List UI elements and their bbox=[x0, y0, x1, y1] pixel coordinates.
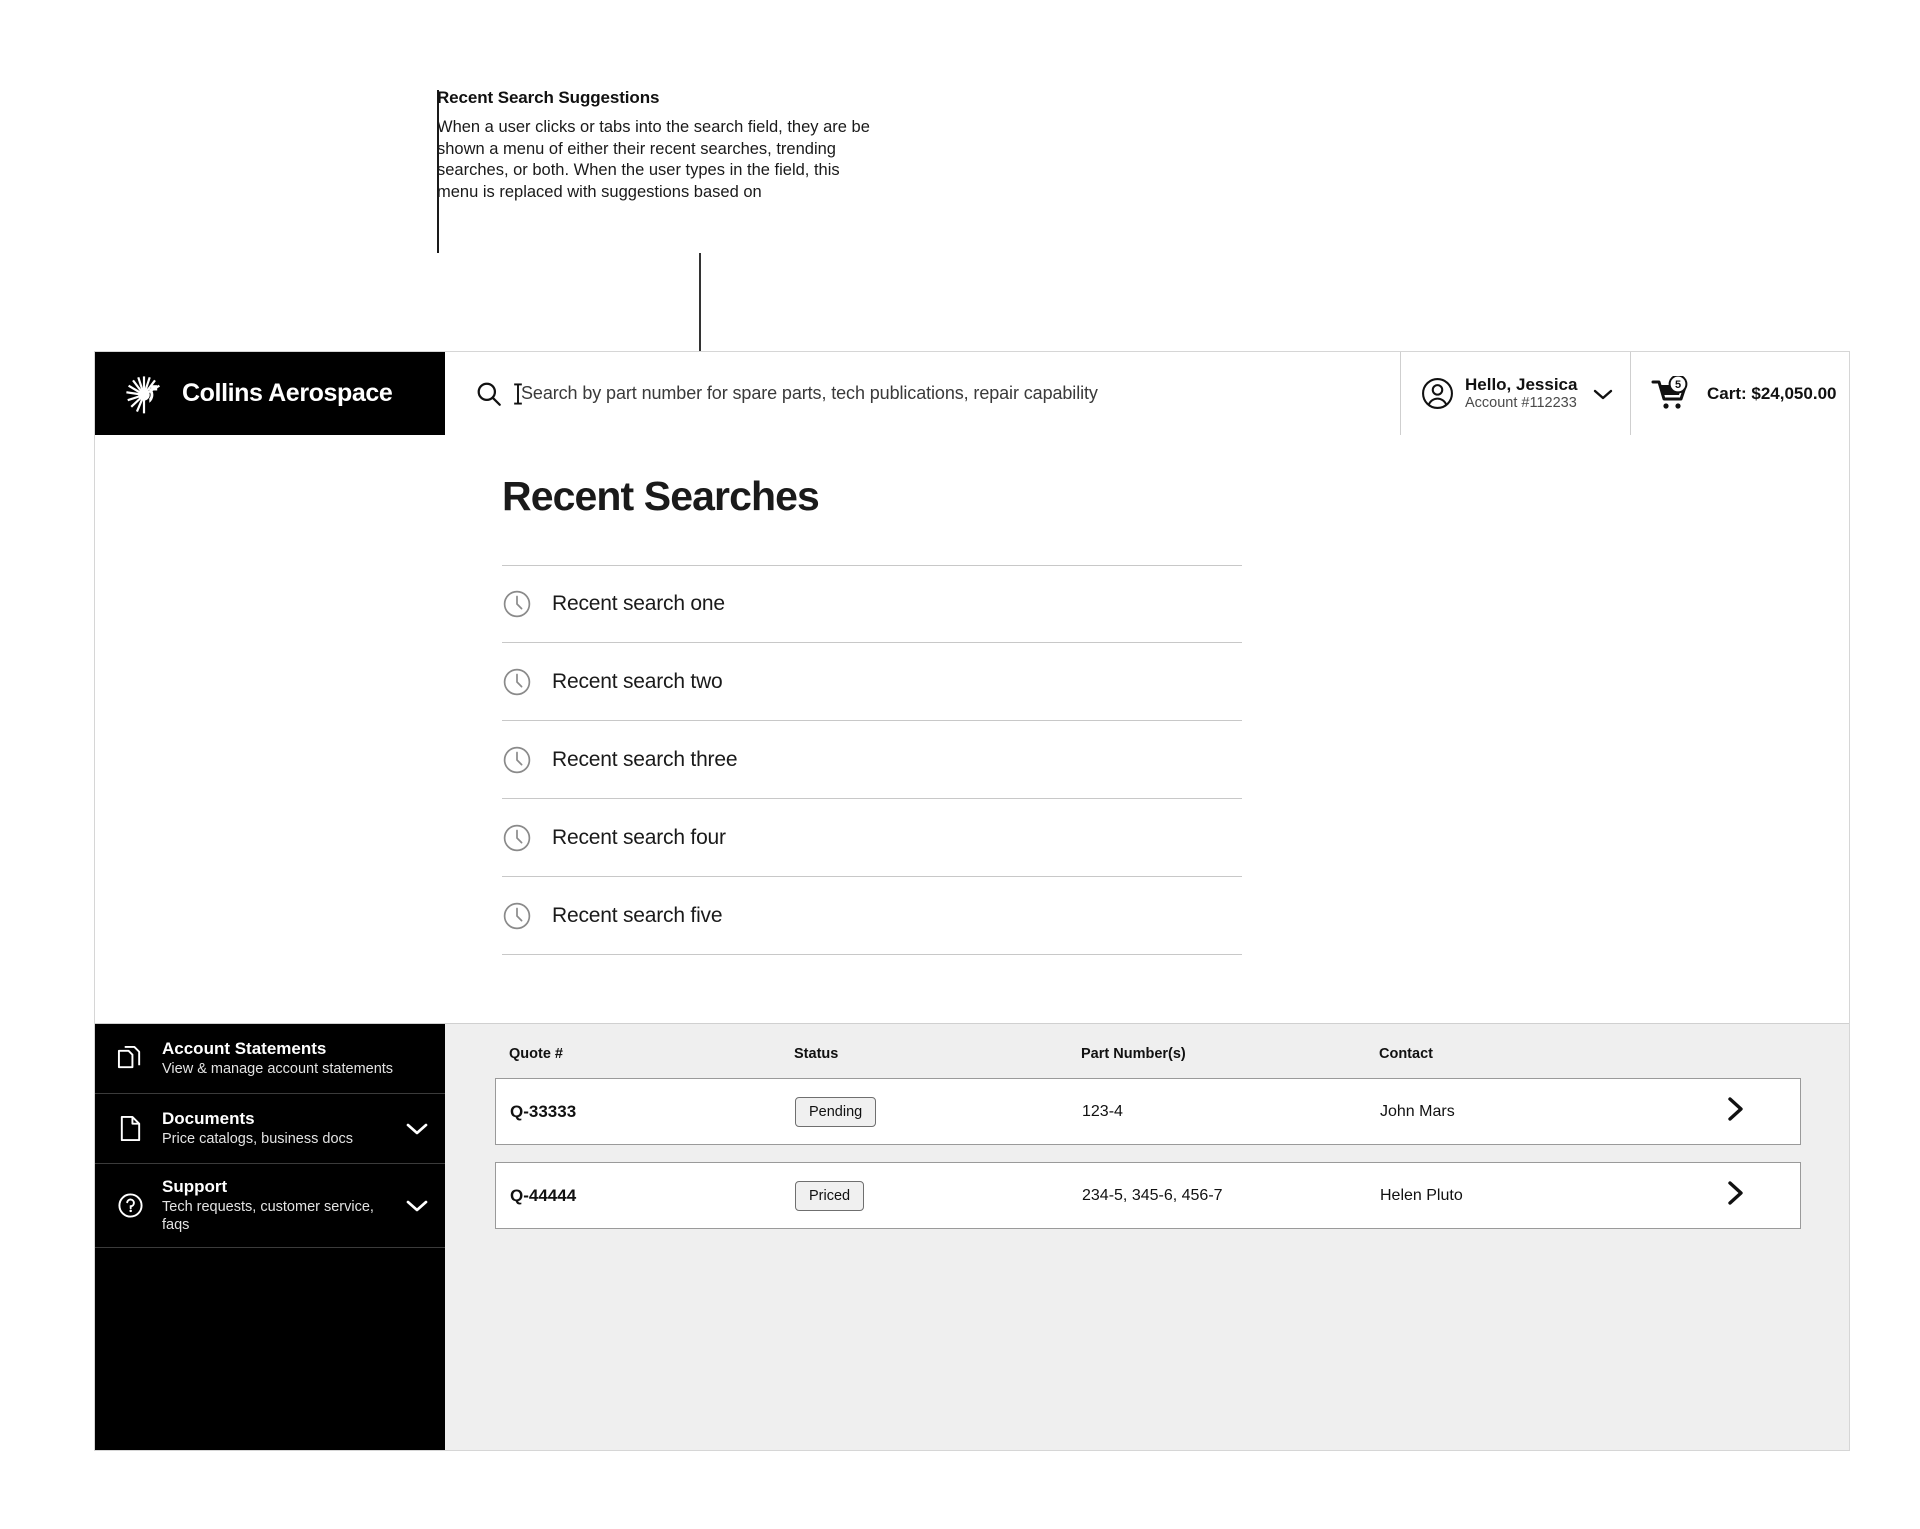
sidebar-item-text: Support Tech requests, customer service,… bbox=[162, 1177, 387, 1234]
recent-search-label: Recent search four bbox=[552, 825, 726, 849]
recent-searches-list: Recent search one Recent search two Rece… bbox=[502, 565, 1242, 955]
table-row[interactable]: Q-44444 Priced 234-5, 345-6, 456-7 Helen… bbox=[495, 1162, 1801, 1229]
clock-icon bbox=[503, 746, 531, 773]
cart-count: 5 bbox=[1675, 379, 1681, 391]
recent-search-label: Recent search two bbox=[552, 669, 723, 693]
search-input-wrapper[interactable]: Search by part number for spare parts, t… bbox=[514, 382, 1374, 405]
cell-action[interactable] bbox=[1722, 1094, 1782, 1129]
cell-quote-number: Q-33333 bbox=[510, 1101, 577, 1121]
cell-part-numbers: 234-5, 345-6, 456-7 bbox=[1082, 1186, 1223, 1204]
sidebar-item-subtitle: Price catalogs, business docs bbox=[162, 1131, 354, 1147]
lower-section: Account Statements View & manage account… bbox=[95, 1024, 1849, 1450]
application-window: Collins Aerospace Search by part number … bbox=[94, 351, 1850, 1451]
column-header-part-numbers: Part Number(s) bbox=[1081, 1046, 1186, 1062]
recent-search-label: Recent search five bbox=[552, 903, 723, 927]
cell-action[interactable] bbox=[1722, 1178, 1782, 1213]
clock-icon bbox=[503, 668, 531, 695]
clock-icon bbox=[503, 824, 531, 851]
cart-button[interactable]: 5 Cart: $24,050.00 bbox=[1631, 352, 1849, 435]
cell-status: Pending bbox=[795, 1096, 1082, 1127]
sidebar-item-text: Account Statements View & manage account… bbox=[162, 1039, 429, 1079]
chevron-down-icon[interactable] bbox=[405, 1121, 429, 1136]
sunburst-logo-icon bbox=[126, 375, 160, 413]
sidebar-item-title: Account Statements bbox=[162, 1038, 327, 1058]
account-menu[interactable]: Hello, Jessica Account #112233 bbox=[1401, 352, 1631, 435]
chevron-down-icon[interactable] bbox=[405, 1198, 429, 1213]
cart-total-label: Cart: $24,050.00 bbox=[1707, 383, 1837, 403]
copy-documents-icon bbox=[117, 1045, 141, 1069]
column-header-contact: Contact bbox=[1379, 1046, 1433, 1062]
column-header-action bbox=[1731, 1046, 1791, 1062]
recent-search-item[interactable]: Recent search five bbox=[502, 877, 1242, 955]
cell-contact: Helen Pluto bbox=[1380, 1186, 1463, 1204]
cart-icon-wrapper: 5 bbox=[1651, 374, 1693, 412]
recent-search-label: Recent search one bbox=[552, 592, 725, 615]
search-icon bbox=[477, 382, 501, 406]
search-input[interactable]: Search by part number for spare parts, t… bbox=[521, 383, 1098, 404]
brand-name: Collins Aerospace bbox=[182, 379, 393, 407]
recent-search-item[interactable]: Recent search one bbox=[502, 565, 1242, 643]
cell-quote-number: Q-44444 bbox=[510, 1185, 577, 1205]
column-header-status: Status bbox=[794, 1046, 839, 1062]
column-header-quote: Quote # bbox=[509, 1046, 563, 1062]
table-row[interactable]: Q-33333 Pending 123-4 John Mars bbox=[495, 1078, 1801, 1145]
sidebar-item-title: Support bbox=[162, 1177, 228, 1196]
sidebar-item-subtitle: View & manage account statements bbox=[162, 1061, 394, 1077]
chevron-down-icon[interactable] bbox=[1592, 387, 1614, 401]
annotation-body: When a user clicks or tabs into the sear… bbox=[437, 118, 870, 201]
search-bar[interactable]: Search by part number for spare parts, t… bbox=[445, 352, 1401, 435]
account-text: Hello, Jessica Account #112233 bbox=[1465, 375, 1581, 412]
quotes-table-header: Quote # Status Part Number(s) Contact bbox=[495, 1046, 1801, 1078]
sidebar-item-text: Documents Price catalogs, business docs bbox=[162, 1109, 387, 1149]
clock-icon bbox=[503, 902, 531, 929]
clock-icon bbox=[503, 590, 531, 618]
screenshot-canvas: Recent Search Suggestions When a user cl… bbox=[0, 0, 1920, 1529]
recent-search-label: Recent search three bbox=[552, 747, 738, 771]
sidebar-item-documents[interactable]: Documents Price catalogs, business docs bbox=[95, 1094, 445, 1164]
shopping-cart-icon: 5 bbox=[1651, 374, 1688, 409]
top-header-bar: Collins Aerospace Search by part number … bbox=[95, 352, 1849, 435]
text-cursor-icon bbox=[514, 382, 522, 405]
sidebar-item-account-statements[interactable]: Account Statements View & manage account… bbox=[95, 1024, 445, 1094]
sidebar-item-subtitle: Tech requests, customer service, faqs bbox=[162, 1199, 374, 1233]
account-greeting: Hello, Jessica bbox=[1465, 374, 1578, 394]
recent-search-item[interactable]: Recent search four bbox=[502, 799, 1242, 877]
dropdown-title: Recent Searches bbox=[502, 473, 820, 519]
status-badge: Pending bbox=[795, 1096, 877, 1127]
annotation-title: Recent Search Suggestions bbox=[437, 88, 660, 107]
sidebar-item-support[interactable]: Support Tech requests, customer service,… bbox=[95, 1164, 445, 1249]
document-icon bbox=[120, 1115, 141, 1142]
brand-logo-area[interactable]: Collins Aerospace bbox=[95, 352, 445, 435]
sidebar-item-title: Documents bbox=[162, 1108, 255, 1128]
recent-search-item[interactable]: Recent search three bbox=[502, 721, 1242, 799]
recent-search-item[interactable]: Recent search two bbox=[502, 643, 1242, 721]
annotation-callout: Recent Search Suggestions When a user cl… bbox=[437, 88, 907, 203]
chevron-right-icon[interactable] bbox=[1722, 1178, 1748, 1208]
question-circle-icon bbox=[118, 1193, 143, 1218]
recent-searches-dropdown: Recent Searches Recent search one Recent… bbox=[95, 435, 1849, 1024]
status-badge: Priced bbox=[795, 1180, 865, 1211]
cell-part-numbers: 123-4 bbox=[1082, 1102, 1123, 1120]
sidebar-navigation: Account Statements View & manage account… bbox=[95, 1024, 445, 1450]
quotes-content-area: Quote # Status Part Number(s) Contact Q-… bbox=[445, 1024, 1849, 1450]
chevron-right-icon[interactable] bbox=[1722, 1094, 1748, 1124]
account-number: Account #112233 bbox=[1465, 394, 1577, 411]
cell-status: Priced bbox=[795, 1180, 1082, 1211]
dropdown-inner: Recent Searches Recent search one Recent… bbox=[95, 435, 1849, 955]
user-circle-icon bbox=[1422, 378, 1453, 409]
cell-contact: John Mars bbox=[1380, 1102, 1455, 1120]
